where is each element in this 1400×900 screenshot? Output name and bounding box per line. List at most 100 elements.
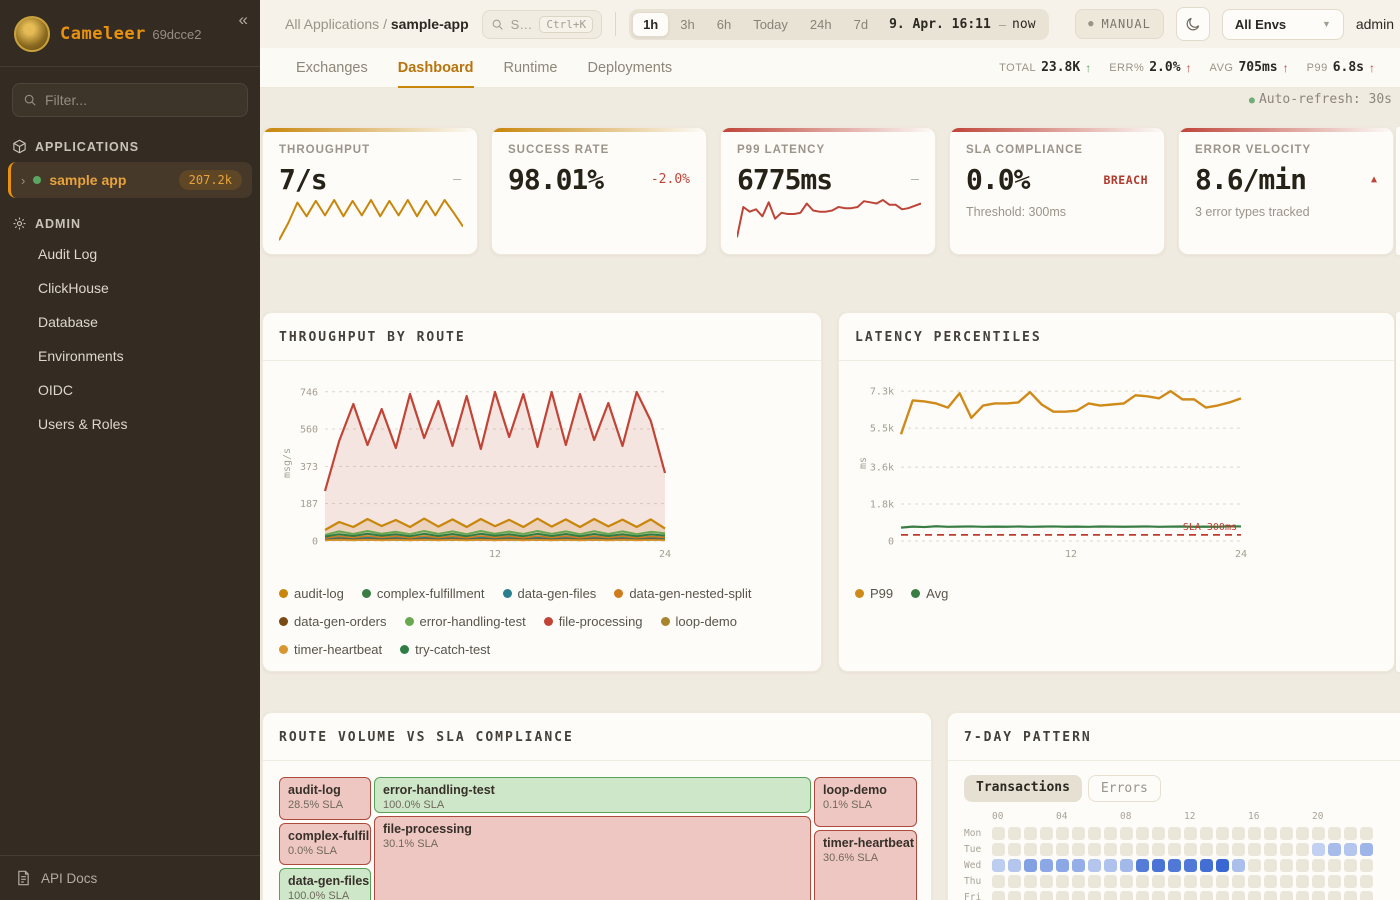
legend-item-audit-log[interactable]: audit-log — [279, 586, 344, 601]
legend-dot-icon — [362, 589, 371, 598]
legend-dot-icon — [614, 589, 623, 598]
svg-text:1.8k: 1.8k — [870, 500, 894, 511]
heatmap-cell — [1200, 875, 1213, 888]
time-to[interactable]: now — [1008, 17, 1045, 32]
legend-item-data-gen-files[interactable]: data-gen-files — [503, 586, 597, 601]
legend-item-complex-fulfillment[interactable]: complex-fulfillment — [362, 586, 485, 601]
legend-item-P99[interactable]: P99 — [855, 586, 893, 601]
legend-item-data-gen-nested-split[interactable]: data-gen-nested-split — [614, 586, 751, 601]
global-search-input[interactable]: S… Ctrl+K — [482, 10, 602, 39]
time-range-24h[interactable]: 24h — [799, 12, 843, 37]
heatmap-cell — [1344, 843, 1357, 856]
manual-refresh-button[interactable]: ● MANUAL — [1075, 9, 1164, 39]
heatmap-cell — [1104, 827, 1117, 840]
tile-sla-value: 30.1% SLA — [383, 837, 802, 851]
env-select[interactable]: All Envs ▼ — [1222, 9, 1344, 40]
heatmap-cell — [1056, 875, 1069, 888]
sidebar-item-oidc[interactable]: OIDC — [0, 373, 260, 407]
sidebar-item-users-roles[interactable]: Users & Roles — [0, 407, 260, 441]
chevron-down-icon: ▼ — [1322, 19, 1331, 29]
treemap-tile-timer-heartbeat[interactable]: timer-heartbeat30.6% SLA — [814, 830, 917, 900]
treemap-tile-audit-log[interactable]: audit-log28.5% SLA — [279, 777, 371, 820]
toggle-errors[interactable]: Errors — [1088, 775, 1161, 802]
legend-dot-icon — [400, 645, 409, 654]
topbar-divider — [615, 12, 616, 36]
legend-item-loop-demo[interactable]: loop-demo — [661, 614, 737, 629]
sidebar-item-clickhouse[interactable]: ClickHouse — [0, 271, 260, 305]
legend-label: data-gen-files — [518, 586, 597, 601]
treemap-tile-loop-demo[interactable]: loop-demo0.1% SLA — [814, 777, 917, 827]
stat-p99: P996.8s↑ — [1307, 60, 1375, 75]
tile-route-name: loop-demo — [823, 782, 908, 798]
treemap-tile-error-handling-test[interactable]: error-handling-test100.0% SLA — [374, 777, 811, 813]
svg-text:373: 373 — [300, 462, 318, 473]
tab-dashboard[interactable]: Dashboard — [398, 48, 474, 88]
heatmap-cell — [1152, 891, 1165, 900]
sidebar: Cameleer 69dcce2 « Filter... APPLICATION… — [0, 0, 260, 900]
tile-sla-value: 100.0% SLA — [383, 798, 802, 812]
breadcrumb-root[interactable]: All Applications — [285, 16, 379, 32]
breadcrumb: All Applications / sample-app — [285, 16, 469, 32]
panel-title: ROUTE VOLUME VS SLA COMPLIANCE — [279, 730, 574, 745]
legend-label: data-gen-nested-split — [629, 586, 751, 601]
tile-route-name: file-processing — [383, 821, 802, 837]
trend-up-icon: ↑ — [1085, 61, 1091, 75]
legend-dot-icon — [279, 645, 288, 654]
legend-item-timer-heartbeat[interactable]: timer-heartbeat — [279, 642, 382, 657]
legend-item-data-gen-orders[interactable]: data-gen-orders — [279, 614, 387, 629]
heatmap-cell — [1168, 875, 1181, 888]
brand-name: Cameleer — [60, 24, 146, 44]
sidebar-item-audit-log[interactable]: Audit Log — [0, 237, 260, 271]
tab-exchanges[interactable]: Exchanges — [296, 48, 368, 88]
seven-day-pattern-panel: 7-DAY PATTERN Transactions Errors 000408… — [947, 712, 1400, 900]
heatmap-cell — [1024, 827, 1037, 840]
heatmap-cell — [1296, 875, 1309, 888]
legend-item-try-catch-test[interactable]: try-catch-test — [400, 642, 490, 657]
heatmap-cell — [1024, 843, 1037, 856]
heatmap-cell — [1232, 843, 1245, 856]
heatmap-cell — [1008, 843, 1021, 856]
heatmap-cell — [1120, 859, 1133, 872]
breadcrumb-current: sample-app — [391, 16, 469, 32]
svg-text:SLA 300ms: SLA 300ms — [1183, 522, 1237, 533]
time-range-selector: 1h 3h 6h Today 24h 7d 9. Apr. 16:11 – no… — [629, 9, 1048, 40]
sidebar-collapse-icon[interactable]: « — [239, 10, 248, 30]
api-docs-link[interactable]: API Docs — [0, 855, 260, 900]
legend-item-error-handling-test[interactable]: error-handling-test — [405, 614, 526, 629]
hour-label: 00 — [992, 811, 1003, 822]
sidebar-item-database[interactable]: Database — [0, 305, 260, 339]
heatmap-cell — [1056, 859, 1069, 872]
legend-label: try-catch-test — [415, 642, 490, 657]
cameleer-logo-icon — [14, 16, 50, 52]
time-from[interactable]: 9. Apr. 16:11 — [879, 17, 997, 32]
heatmap-cell — [1024, 891, 1037, 900]
time-range-today[interactable]: Today — [742, 12, 799, 37]
legend-label: audit-log — [294, 586, 344, 601]
heatmap-cell — [1184, 859, 1197, 872]
heatmap-cell — [1360, 875, 1373, 888]
legend-item-file-processing[interactable]: file-processing — [544, 614, 643, 629]
heatmap-cell — [1088, 859, 1101, 872]
toggle-transactions[interactable]: Transactions — [964, 775, 1082, 802]
treemap-tile-data-gen-files[interactable]: data-gen-files100.0% SLA — [279, 868, 371, 900]
time-range-1h[interactable]: 1h — [632, 12, 669, 37]
cutoff-card-edge — [1396, 127, 1400, 255]
sidebar-item-environments[interactable]: Environments — [0, 339, 260, 373]
legend-item-Avg[interactable]: Avg — [911, 586, 948, 601]
chevron-right-icon[interactable]: › — [21, 173, 25, 188]
filter-input[interactable]: Filter... — [12, 83, 248, 117]
treemap-tile-complex-fulfil[interactable]: complex-fulfil...0.0% SLA — [279, 823, 371, 865]
user-name[interactable]: admin — [1356, 16, 1394, 32]
day-label: Fri — [964, 892, 992, 900]
svg-text:msg/s: msg/s — [282, 448, 293, 478]
time-range-7d[interactable]: 7d — [843, 12, 879, 37]
auto-refresh-status: ●Auto-refresh: 30s — [262, 92, 1400, 112]
time-range-6h[interactable]: 6h — [706, 12, 742, 37]
treemap-tile-file-processing[interactable]: file-processing30.1% SLA — [374, 816, 811, 900]
tab-deployments[interactable]: Deployments — [588, 48, 673, 88]
sidebar-item-sample-app[interactable]: › sample app 207.2k — [8, 162, 252, 198]
time-range-3h[interactable]: 3h — [669, 12, 705, 37]
tab-runtime[interactable]: Runtime — [504, 48, 558, 88]
heatmap-cell — [1232, 827, 1245, 840]
theme-toggle-button[interactable] — [1176, 7, 1210, 41]
